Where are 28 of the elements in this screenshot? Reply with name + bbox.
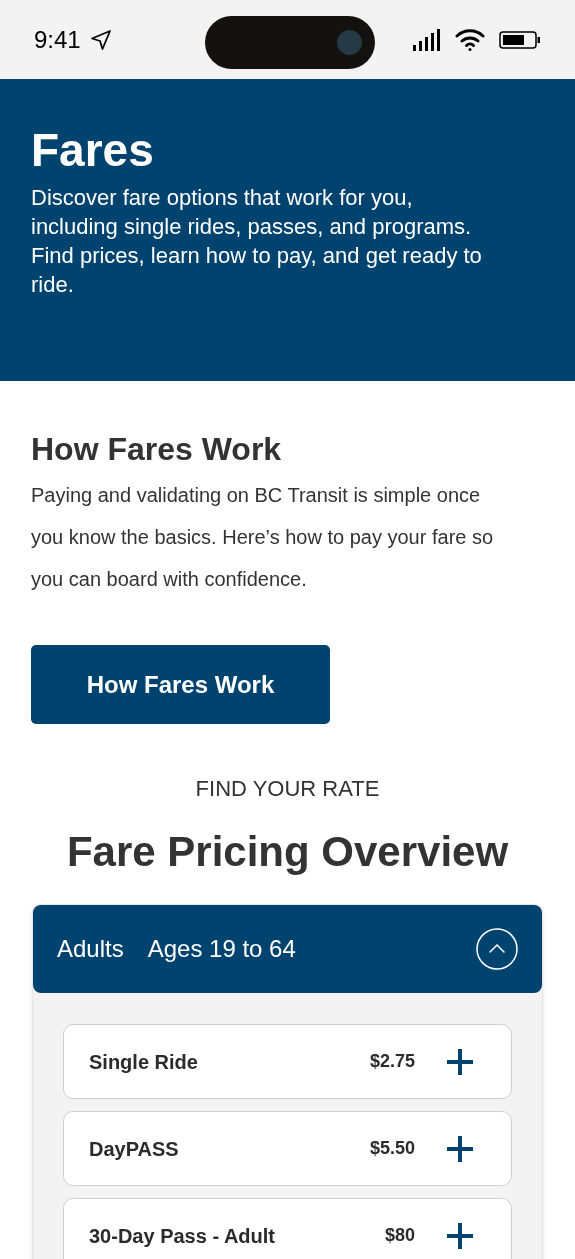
how-fares-work-button[interactable]: How Fares Work: [31, 645, 330, 724]
plus-icon[interactable]: [447, 1222, 473, 1249]
pricing-heading: Fare Pricing Overview: [66, 827, 509, 877]
section-body: Paying and validating on BC Transit is simple once you know the basics. Here’s how to pay your fare so you can board with confidence.: [31, 483, 495, 592]
group-ages: Ages 19 to 64: [147, 934, 296, 964]
status-time: 9:41: [34, 24, 81, 55]
fare-price: $80: [384, 1224, 415, 1247]
fare-group-header[interactable]: Adults Ages 19 to 64: [33, 905, 542, 993]
location-arrow-icon: [88, 27, 113, 52]
fare-name: 30-Day Pass - Adult: [89, 1223, 275, 1249]
page-title: Fares: [31, 123, 155, 177]
hero-description: Discover fare options that work for you, including single rides, passes, and programs. Find prices, learn how to pay, and get ready to ride.: [31, 184, 483, 299]
wifi-icon: [455, 27, 485, 52]
fare-row[interactable]: Single Ride $2.75: [63, 1024, 512, 1099]
fare-price: $2.75: [369, 1050, 415, 1073]
battery-icon: [499, 29, 541, 50]
fare-row[interactable]: DayPASS $5.50: [63, 1111, 512, 1186]
fare-price: $5.50: [369, 1137, 415, 1160]
chevron-up-icon[interactable]: [476, 928, 518, 970]
signal-icon: [413, 28, 441, 51]
group-name: Adults: [57, 934, 124, 964]
eyebrow-label: FIND YOUR RATE: [195, 775, 380, 803]
fare-name: DayPASS: [89, 1136, 179, 1162]
section-heading: How Fares Work: [31, 430, 283, 469]
plus-icon[interactable]: [447, 1048, 473, 1075]
fare-name: Single Ride: [89, 1049, 198, 1075]
plus-icon[interactable]: [447, 1135, 473, 1162]
fare-row[interactable]: 30-Day Pass - Adult $80: [63, 1198, 512, 1259]
